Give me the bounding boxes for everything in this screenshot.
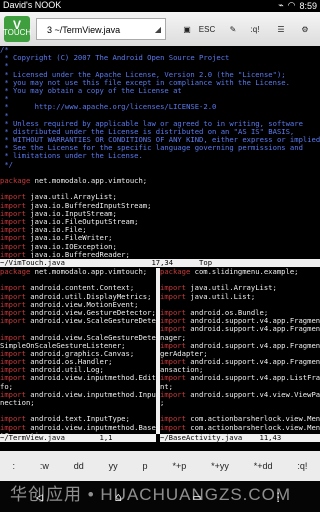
buffer-selector-label: 3 ~/TermView.java bbox=[47, 25, 121, 35]
code-text: java.util.List; bbox=[185, 291, 256, 301]
usb-icon: ⌁ bbox=[278, 0, 284, 10]
code-text: android.view.inputmethod.InputCon bbox=[30, 389, 156, 399]
code-text: android.support.v4.app.FragmentMa bbox=[185, 324, 320, 334]
code-line: * http://www.apache.org/licenses/LICENSE… bbox=[0, 103, 320, 111]
code-keyword: import bbox=[0, 249, 26, 258]
code-text: com.actionbarsherlock.view.MenuIt bbox=[185, 422, 320, 432]
vim-toolbar: V TOUCH 3 ~/TermView.java ◢ ▣ ESC ✎ :q! … bbox=[0, 12, 320, 47]
code-line: import android.support.v4.view.ViewPager bbox=[160, 389, 320, 399]
watermark: 华创应用 • HUACHUANGZS.COM bbox=[10, 485, 292, 504]
code-text: android.support.v4.view.ViewPager bbox=[185, 389, 320, 399]
quick-key-button[interactable]: :w bbox=[38, 459, 51, 473]
code-line: import android.support.v4.app.ListFragme bbox=[160, 374, 320, 382]
quit-button[interactable]: :q! bbox=[244, 18, 266, 40]
code-line: nection; bbox=[0, 398, 156, 407]
quick-key-button[interactable]: *+p bbox=[170, 459, 188, 473]
top-pane[interactable]: /* * Copyright (C) 2007 The Android Open… bbox=[0, 46, 320, 258]
device-title: David's NOOK bbox=[3, 0, 62, 10]
code-line: package com.slidingmenu.example; bbox=[160, 268, 320, 276]
quick-key-button[interactable]: : bbox=[10, 459, 17, 473]
quick-key-button[interactable]: p bbox=[141, 459, 150, 473]
quick-key-button[interactable]: yy bbox=[107, 459, 120, 473]
buffer-selector[interactable]: 3 ~/TermView.java ◢ bbox=[36, 18, 166, 40]
code-keyword: package bbox=[160, 268, 191, 276]
save-icon[interactable]: ▣ bbox=[176, 18, 198, 40]
code-line: */ bbox=[0, 160, 320, 169]
quick-key-button[interactable]: :q! bbox=[295, 459, 309, 473]
code-line: import android.view.ScaleGestureDetector… bbox=[0, 317, 156, 325]
code-text: * limitations under the License. bbox=[0, 151, 143, 161]
code-line: ; bbox=[160, 398, 320, 407]
quick-key-button[interactable]: *+dd bbox=[252, 459, 275, 473]
code-text: net.momodalo.app.vimtouch; bbox=[30, 268, 148, 276]
wifi-icon: ◠ bbox=[287, 0, 296, 10]
esc-button[interactable]: ESC bbox=[196, 18, 218, 40]
code-text: android.view.ScaleGestureDetector; bbox=[30, 316, 156, 326]
quick-key-button[interactable]: *+yy bbox=[209, 459, 231, 473]
vimtouch-logo: V TOUCH bbox=[3, 16, 31, 42]
code-line: import android.view.inputmethod.EditorIn bbox=[0, 374, 156, 382]
code-text: net.momodalo.app.vimtouch; bbox=[30, 176, 148, 185]
vim-editor[interactable]: /* * Copyright (C) 2007 The Android Open… bbox=[0, 46, 320, 444]
code-text: android.view.inputmethod.EditorIn bbox=[30, 373, 156, 383]
left-pane[interactable]: package net.momodalo.app.vimtouch; impor… bbox=[0, 268, 156, 434]
code-text: com.slidingmenu.example; bbox=[190, 268, 299, 276]
code-line: * limitations under the License. bbox=[0, 152, 320, 160]
clock: 8:59 bbox=[299, 0, 317, 11]
code-line: package net.momodalo.app.vimtouch; bbox=[0, 268, 156, 276]
code-text: * http://www.apache.org/licenses/LICENSE… bbox=[0, 102, 217, 112]
code-line: import java.io.BufferedReader; bbox=[0, 249, 320, 258]
settings-icon[interactable]: ⚙ bbox=[294, 18, 316, 40]
quick-key-button[interactable]: dd bbox=[72, 459, 86, 473]
code-line: import java.util.List; bbox=[160, 291, 320, 301]
code-text: android.support.v4.app.ListFragme bbox=[185, 373, 320, 383]
code-line: * You may obtain a copy of the License a… bbox=[0, 85, 320, 95]
code-line: * Copyright (C) 2007 The Android Open So… bbox=[0, 54, 320, 62]
system-status-bar: David's NOOK ⌁ ◠ 8:59 bbox=[0, 0, 320, 12]
menu-icon[interactable]: ☰ bbox=[270, 18, 292, 40]
code-text: nection; bbox=[0, 398, 35, 407]
quick-key-bar: : :w dd yy p *+p *+yy *+dd :q! bbox=[0, 451, 320, 481]
left-pane-statusline: ~/TermView.java 1,1 bbox=[0, 434, 156, 443]
code-keyword: package bbox=[0, 176, 31, 185]
code-keyword: package bbox=[0, 268, 31, 276]
code-text: java.io.BufferedReader; bbox=[25, 249, 130, 258]
pencil-icon[interactable]: ✎ bbox=[222, 18, 244, 40]
code-line: import com.actionbarsherlock.view.MenuIt bbox=[160, 422, 320, 432]
right-pane[interactable]: package com.slidingmenu.example; import … bbox=[160, 268, 320, 434]
code-text: * Copyright (C) 2007 The Android Open So… bbox=[0, 53, 230, 63]
code-text: * You may obtain a copy of the License a… bbox=[0, 85, 182, 95]
right-pane-statusline: ~/BaseActivity.java 11,43 bbox=[160, 434, 320, 443]
code-line: package net.momodalo.app.vimtouch; bbox=[0, 176, 320, 185]
status-icons: ⌁ ◠ 8:59 bbox=[278, 0, 317, 11]
code-text: android.support.v4.app.FragmentTr bbox=[185, 357, 320, 367]
top-pane-statusline: ~/VimTouch.java 17,34 Top bbox=[0, 259, 320, 268]
dropdown-arrow-icon: ◢ bbox=[154, 25, 161, 34]
